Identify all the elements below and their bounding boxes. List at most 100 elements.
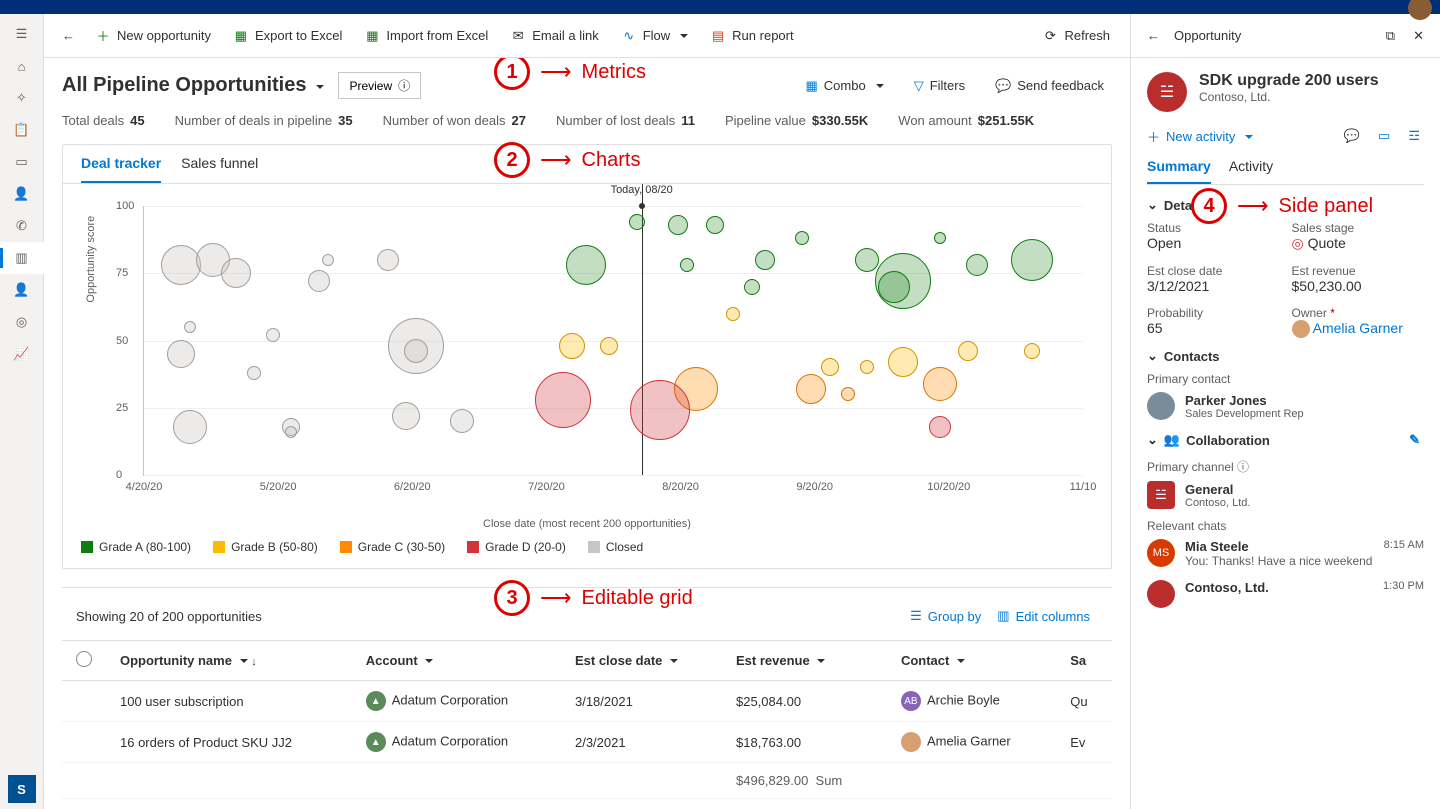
section-collaboration[interactable]: ⌄ 👥 Collaboration ✎ <box>1147 430 1424 450</box>
cmd-import-excel[interactable]: ▦ Import from Excel <box>356 24 496 48</box>
chart-bubble[interactable] <box>726 307 740 321</box>
note-icon[interactable]: ▭ <box>1374 126 1394 146</box>
chart-bubble[interactable] <box>958 341 978 361</box>
col-est-close-date[interactable]: Est close date <box>561 641 722 681</box>
col-opportunity-name[interactable]: Opportunity name ↓ <box>106 641 352 681</box>
cmd-flow[interactable]: ∿ Flow <box>613 24 696 48</box>
nav-trend[interactable]: 📈 <box>0 338 44 370</box>
chart-bubble[interactable] <box>322 254 334 266</box>
chart-bubble[interactable] <box>308 270 330 292</box>
chart-bubble[interactable] <box>795 231 809 245</box>
nav-tile-s[interactable]: S <box>8 775 36 803</box>
nav-menu[interactable]: ☰ <box>0 18 44 50</box>
chart-bubble[interactable] <box>841 387 855 401</box>
chart-bubble[interactable] <box>1024 343 1040 359</box>
nav-home[interactable]: ⌂ <box>0 50 44 82</box>
combo-dropdown[interactable]: ▦ Combo <box>797 74 891 98</box>
field-est-close-date[interactable]: 3/12/2021 <box>1147 278 1280 294</box>
deal-tracker-chart[interactable]: Opportunity score 02550751004/20/205/20/… <box>111 196 1093 496</box>
nav-target[interactable]: ◎ <box>0 306 44 338</box>
chat-item[interactable]: Contoso, Ltd. 1:30 PM <box>1147 574 1424 614</box>
edit-columns-button[interactable]: ▥ Edit columns <box>989 604 1098 628</box>
nav-chart[interactable]: ▥ <box>0 242 44 274</box>
field-sales-stage[interactable]: ◎ Quote <box>1292 235 1425 252</box>
primary-channel[interactable]: ☱ GeneralContoso, Ltd. <box>1147 481 1424 509</box>
section-details[interactable]: ⌄Details <box>1147 197 1424 213</box>
tab-sales-funnel[interactable]: Sales funnel <box>181 155 258 183</box>
chart-bubble[interactable] <box>184 321 196 333</box>
nav-pin[interactable]: ✧ <box>0 82 44 114</box>
chart-bubble[interactable] <box>566 245 606 285</box>
chart-bubble[interactable] <box>404 339 428 363</box>
group-by-button[interactable]: ☰ Group by <box>902 604 989 628</box>
cmd-export-excel[interactable]: ▦ Export to Excel <box>225 24 350 48</box>
chart-bubble[interactable] <box>888 347 918 377</box>
chart-bubble[interactable] <box>161 245 201 285</box>
chart-bubble[interactable] <box>744 279 760 295</box>
chart-bubble[interactable] <box>934 232 946 244</box>
view-title-dropdown[interactable]: All Pipeline Opportunities <box>62 74 324 97</box>
popout-icon[interactable]: ⧉ <box>1382 24 1399 48</box>
nav-phone[interactable]: ✆ <box>0 210 44 242</box>
chart-bubble[interactable] <box>167 340 195 368</box>
send-feedback-button[interactable]: 💬 Send feedback <box>987 74 1112 98</box>
chart-bubble[interactable] <box>923 367 957 401</box>
chart-bubble[interactable] <box>450 409 474 433</box>
chart-bubble[interactable] <box>755 250 775 270</box>
preview-button[interactable]: Preview ⓘ <box>338 72 421 99</box>
chart-bubble[interactable] <box>860 360 874 374</box>
cmd-new-opportunity[interactable]: ＋ New opportunity <box>87 24 219 48</box>
chart-bubble[interactable] <box>821 358 839 376</box>
chart-bubble[interactable] <box>559 333 585 359</box>
primary-contact[interactable]: Parker JonesSales Development Rep <box>1147 392 1424 420</box>
chart-bubble[interactable] <box>377 249 399 271</box>
cmd-refresh[interactable]: ⟳ Refresh <box>1034 24 1118 48</box>
chart-bubble[interactable] <box>706 216 724 234</box>
opportunity-grid[interactable]: Opportunity name ↓ Account Est close dat… <box>62 640 1112 799</box>
chart-bubble[interactable] <box>266 328 280 342</box>
nav-person2[interactable]: 👤 <box>0 274 44 306</box>
side-back-button[interactable]: ← <box>1143 24 1164 47</box>
chart-bubble[interactable] <box>966 254 988 276</box>
chart-bubble[interactable] <box>878 271 910 303</box>
chat-item[interactable]: MS Mia SteeleYou: Thanks! Have a nice we… <box>1147 533 1424 574</box>
edit-icon[interactable]: ✎ <box>1405 430 1424 450</box>
chart-bubble[interactable] <box>600 337 618 355</box>
nav-box[interactable]: ▭ <box>0 146 44 178</box>
chart-bubble[interactable] <box>285 426 297 438</box>
col-contact[interactable]: Contact <box>887 641 1056 681</box>
field-est-revenue[interactable]: $50,230.00 <box>1292 278 1425 294</box>
chart-bubble[interactable] <box>855 248 879 272</box>
field-owner[interactable]: Amelia Garner <box>1292 320 1425 338</box>
side-tab-summary[interactable]: Summary <box>1147 158 1211 184</box>
close-icon[interactable]: ✕ <box>1409 24 1428 48</box>
cmd-email-link[interactable]: ✉ Email a link <box>502 24 606 48</box>
chart-bubble[interactable] <box>535 372 591 428</box>
nav-person[interactable]: 👤 <box>0 178 44 210</box>
chart-bubble[interactable] <box>929 416 951 438</box>
chart-bubble[interactable] <box>173 410 207 444</box>
chart-bubble[interactable] <box>630 380 690 440</box>
chart-bubble[interactable] <box>668 215 688 235</box>
field-probability[interactable]: 65 <box>1147 320 1280 336</box>
side-tab-activity[interactable]: Activity <box>1229 158 1273 184</box>
chart-bubble[interactable] <box>629 214 645 230</box>
chart-bubble[interactable] <box>221 258 251 288</box>
task-icon[interactable]: ☲ <box>1404 126 1424 146</box>
section-contacts[interactable]: ⌄Contacts <box>1147 348 1424 364</box>
col-account[interactable]: Account <box>352 641 561 681</box>
back-button[interactable]: ← <box>56 24 81 47</box>
filters-button[interactable]: ▽ Filters <box>906 74 973 98</box>
col-sales-stage[interactable]: Sa <box>1056 641 1112 681</box>
tab-deal-tracker[interactable]: Deal tracker <box>81 155 161 183</box>
table-row[interactable]: 16 orders of Product SKU JJ2 ▲Adatum Cor… <box>62 722 1112 763</box>
col-est-revenue[interactable]: Est revenue <box>722 641 887 681</box>
table-row[interactable]: 100 user subscription ▲Adatum Corporatio… <box>62 681 1112 722</box>
chart-bubble[interactable] <box>680 258 694 272</box>
nav-clipboard[interactable]: 📋 <box>0 114 44 146</box>
new-activity-button[interactable]: ＋ New activity <box>1147 127 1253 146</box>
select-all-checkbox[interactable] <box>76 651 92 667</box>
chart-bubble[interactable] <box>392 402 420 430</box>
field-status[interactable]: Open <box>1147 235 1280 251</box>
cmd-run-report[interactable]: ▤ Run report <box>702 24 801 48</box>
